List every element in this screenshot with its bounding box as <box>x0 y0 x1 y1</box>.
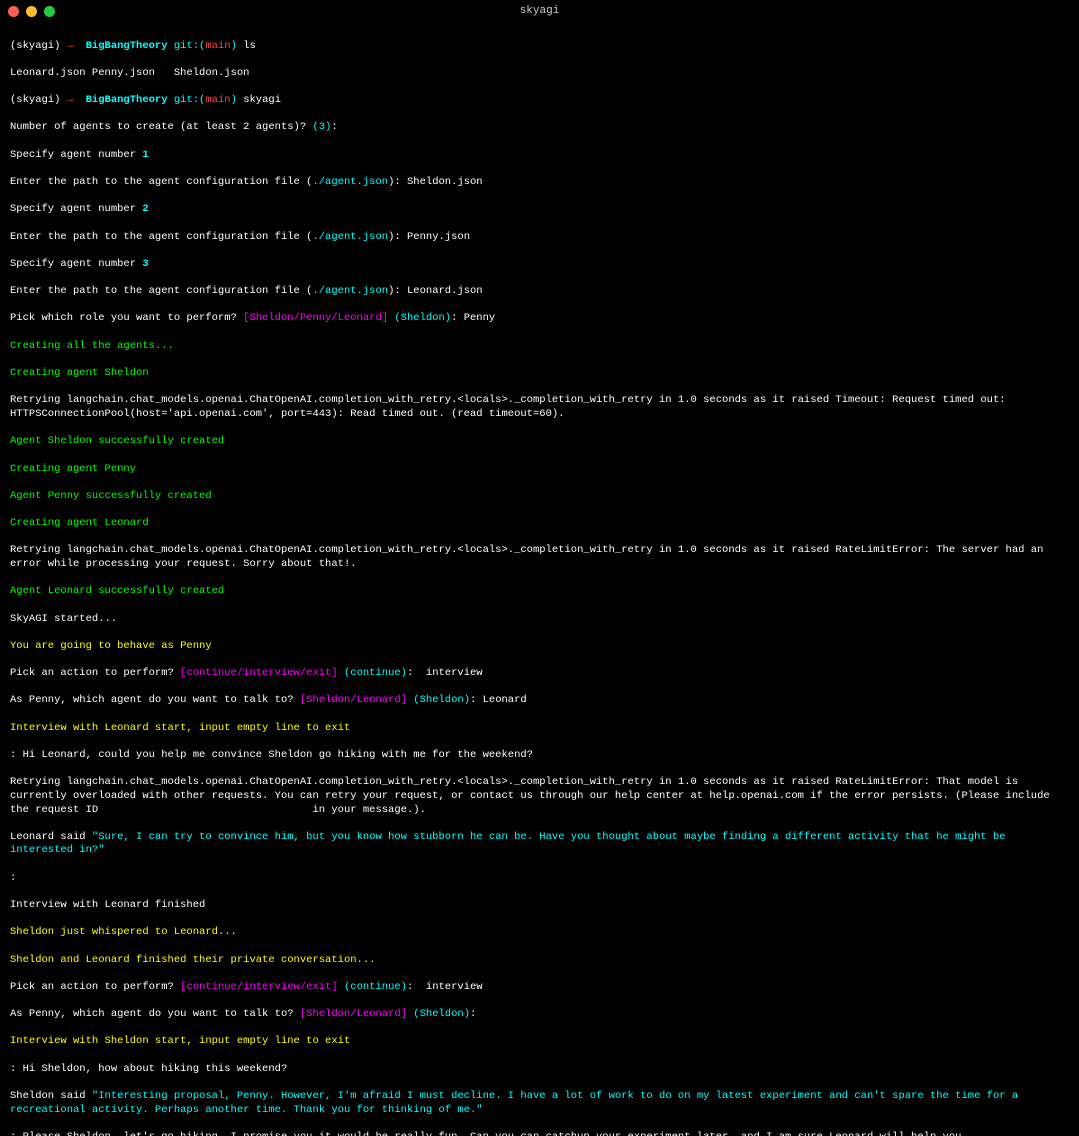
spec-agent-1: Specify agent number 1 <box>10 149 1069 163</box>
traffic-lights <box>8 6 55 17</box>
agent-path-2: Enter the path to the agent configuratio… <box>10 231 1069 245</box>
window-titlebar: skyagi <box>0 0 1079 22</box>
retry-msg: Retrying langchain.chat_models.openai.Ch… <box>10 394 1069 421</box>
close-icon[interactable] <box>8 6 19 17</box>
agent-path-1: Enter the path to the agent configuratio… <box>10 176 1069 190</box>
creating-leonard: Creating agent Leonard <box>10 517 1069 531</box>
action-prompt: Pick an action to perform? [continue/int… <box>10 981 1069 995</box>
spec-agent-2: Specify agent number 2 <box>10 203 1069 217</box>
user-input: : Hi Leonard, could you help me convince… <box>10 749 1069 763</box>
behave-msg: You are going to behave as Penny <box>10 640 1069 654</box>
terminal-output[interactable]: (skyagi) → BigBangTheory git:(main) ls L… <box>0 22 1079 1136</box>
prompt-line: (skyagi) → BigBangTheory git:(main) skya… <box>10 94 1069 108</box>
agent-reply: Leonard said "Sure, I can try to convinc… <box>10 831 1069 858</box>
agent-ok: Agent Penny successfully created <box>10 490 1069 504</box>
prompt-line: (skyagi) → BigBangTheory git:(main) ls <box>10 40 1069 54</box>
minimize-icon[interactable] <box>26 6 37 17</box>
maximize-icon[interactable] <box>44 6 55 17</box>
talk-prompt: As Penny, which agent do you want to tal… <box>10 694 1069 708</box>
user-input: : Hi Sheldon, how about hiking this week… <box>10 1063 1069 1077</box>
creating-all: Creating all the agents... <box>10 340 1069 354</box>
agents-count-prompt: Number of agents to create (at least 2 a… <box>10 121 1069 135</box>
empty-prompt: : <box>10 872 1069 886</box>
window-title: skyagi <box>520 4 560 18</box>
role-prompt: Pick which role you want to perform? [Sh… <box>10 312 1069 326</box>
interview-start: Interview with Sheldon start, input empt… <box>10 1035 1069 1049</box>
ls-output: Leonard.json Penny.json Sheldon.json <box>10 67 1069 81</box>
retry-msg: Retrying langchain.chat_models.openai.Ch… <box>10 776 1069 817</box>
creating-sheldon: Creating agent Sheldon <box>10 367 1069 381</box>
creating-penny: Creating agent Penny <box>10 463 1069 477</box>
talk-prompt: As Penny, which agent do you want to tal… <box>10 1008 1069 1022</box>
spec-agent-3: Specify agent number 3 <box>10 258 1069 272</box>
user-input: : Please Sheldon, let's go hiking. I pro… <box>10 1131 1069 1136</box>
agent-reply: Sheldon said "Interesting proposal, Penn… <box>10 1090 1069 1117</box>
started-msg: SkyAGI started... <box>10 613 1069 627</box>
agent-path-3: Enter the path to the agent configuratio… <box>10 285 1069 299</box>
private-done: Sheldon and Leonard finished their priva… <box>10 954 1069 968</box>
interview-done: Interview with Leonard finished <box>10 899 1069 913</box>
interview-start: Interview with Leonard start, input empt… <box>10 722 1069 736</box>
agent-ok: Agent Sheldon successfully created <box>10 435 1069 449</box>
whisper-msg: Sheldon just whispered to Leonard... <box>10 926 1069 940</box>
action-prompt: Pick an action to perform? [continue/int… <box>10 667 1069 681</box>
agent-ok: Agent Leonard successfully created <box>10 585 1069 599</box>
